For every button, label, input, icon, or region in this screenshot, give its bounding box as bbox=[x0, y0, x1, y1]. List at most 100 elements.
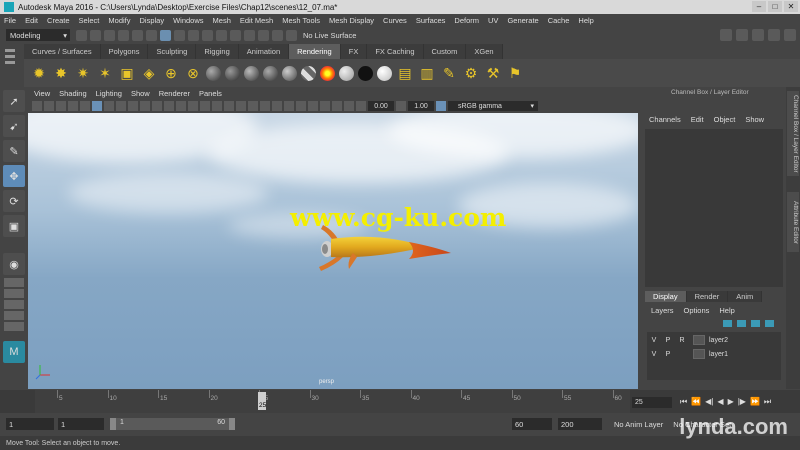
ambient-light-icon[interactable]: ✹ bbox=[30, 64, 48, 82]
step-forward-key-icon[interactable]: ⏩ bbox=[750, 397, 760, 407]
2d-pan-zoom-icon[interactable] bbox=[80, 101, 90, 111]
phong-material-icon[interactable] bbox=[244, 65, 259, 81]
render-current-frame-icon[interactable]: ▤ bbox=[396, 64, 414, 82]
shelf-tab-rigging[interactable]: Rigging bbox=[196, 44, 239, 59]
shelf-tab-custom[interactable]: Custom bbox=[423, 44, 467, 59]
wireframe-icon[interactable] bbox=[188, 101, 198, 111]
spot-light-icon[interactable]: ✶ bbox=[96, 64, 114, 82]
maya-home-icon[interactable]: M bbox=[3, 341, 25, 363]
layer-row[interactable]: V P R layer2 bbox=[647, 334, 781, 346]
create-layer-from-selected-icon[interactable] bbox=[765, 320, 774, 327]
ipr-icon[interactable] bbox=[752, 29, 764, 41]
shelf-tab-rendering[interactable]: Rendering bbox=[289, 44, 341, 59]
channel-box-area[interactable] bbox=[645, 129, 783, 287]
single-perspective-layout-icon[interactable]: ◉ bbox=[3, 253, 25, 275]
layer-playback-toggle[interactable]: P bbox=[661, 337, 675, 344]
live-surface-label[interactable]: No Live Surface bbox=[303, 31, 356, 40]
motion-blur-icon[interactable] bbox=[272, 101, 282, 111]
playback-start-field[interactable]: 1 bbox=[58, 418, 104, 430]
mask-icon-3[interactable] bbox=[216, 29, 227, 41]
layer-color-swatch[interactable] bbox=[693, 349, 705, 359]
anisotropic-material-icon[interactable] bbox=[282, 65, 297, 81]
cb-menu-edit[interactable]: Edit bbox=[691, 115, 704, 129]
perspective-viewport[interactable]: www.cg-ku.com persp bbox=[28, 113, 638, 389]
use-background-icon[interactable] bbox=[358, 65, 373, 81]
point-light-icon[interactable]: ✷ bbox=[74, 64, 92, 82]
camera-attributes-icon[interactable] bbox=[44, 101, 54, 111]
four-view-layout-icon[interactable] bbox=[4, 278, 24, 287]
layer-visibility-toggle[interactable]: V bbox=[647, 351, 661, 358]
wireframe-on-shaded-icon[interactable] bbox=[212, 101, 222, 111]
menu-surfaces[interactable]: Surfaces bbox=[416, 16, 446, 25]
menu-mesh[interactable]: Mesh bbox=[213, 16, 231, 25]
cb-menu-object[interactable]: Object bbox=[714, 115, 736, 129]
resolution-gate-icon[interactable] bbox=[128, 101, 138, 111]
ramp-texture-icon[interactable] bbox=[320, 65, 335, 81]
menu-modify[interactable]: Modify bbox=[108, 16, 130, 25]
range-start-handle[interactable] bbox=[110, 418, 116, 430]
surface-shader-icon[interactable] bbox=[339, 65, 354, 81]
snap-point-icon[interactable] bbox=[258, 29, 269, 41]
lambert-material-icon[interactable] bbox=[225, 65, 240, 81]
panel-menu-show[interactable]: Show bbox=[131, 89, 150, 98]
menu-file[interactable]: File bbox=[4, 16, 16, 25]
xray-joints-icon[interactable] bbox=[332, 101, 342, 111]
select-object-icon[interactable] bbox=[160, 29, 171, 41]
exposure-icon[interactable] bbox=[356, 101, 366, 111]
shelf-tab-fx-caching[interactable]: FX Caching bbox=[367, 44, 424, 59]
volume-light-icon[interactable]: ◈ bbox=[140, 64, 158, 82]
layer-tab-display[interactable]: Display bbox=[645, 291, 687, 302]
time-slider-track[interactable]: 5 10 15 20 25 30 35 40 45 50 55 60 bbox=[35, 390, 630, 413]
film-gate-icon[interactable] bbox=[116, 101, 126, 111]
go-to-start-icon[interactable]: ⏮ bbox=[680, 397, 687, 407]
camera-aim-icon[interactable]: ⊗ bbox=[184, 64, 202, 82]
layer-menu-options[interactable]: Options bbox=[684, 306, 710, 315]
select-component-icon[interactable] bbox=[174, 29, 185, 41]
step-back-frame-icon[interactable]: ◀| bbox=[705, 397, 713, 407]
time-slider[interactable]: 5 10 15 20 25 30 35 40 45 50 55 60 25 25 ⏮ ⏪ ◀| ◀ ▶… bbox=[0, 390, 800, 413]
shelf-tab-curves-surfaces[interactable]: Curves / Surfaces bbox=[24, 44, 101, 59]
side-tab-attribute-editor[interactable]: Attribute Editor bbox=[787, 192, 799, 252]
snap-grid-icon[interactable] bbox=[230, 29, 241, 41]
menu-set-select[interactable]: Modeling ▾ bbox=[6, 29, 70, 41]
playback-end-field[interactable]: 60 bbox=[512, 418, 552, 430]
menu-edit[interactable]: Edit bbox=[25, 16, 38, 25]
layer-menu-help[interactable]: Help bbox=[719, 306, 734, 315]
menu-edit-mesh[interactable]: Edit Mesh bbox=[240, 16, 273, 25]
current-frame-field[interactable]: 25 bbox=[632, 397, 672, 408]
safe-title-icon[interactable] bbox=[176, 101, 186, 111]
layer-tab-anim[interactable]: Anim bbox=[728, 291, 763, 302]
ipr-render-icon[interactable]: ▥ bbox=[418, 64, 436, 82]
menu-help[interactable]: Help bbox=[578, 16, 593, 25]
checker-texture-icon[interactable] bbox=[301, 65, 316, 81]
image-plane-icon[interactable] bbox=[68, 101, 78, 111]
select-tool-icon[interactable]: ➚ bbox=[3, 90, 25, 112]
layer-row[interactable]: V P layer1 bbox=[647, 348, 781, 360]
shelf-tab-polygons[interactable]: Polygons bbox=[100, 44, 149, 59]
blinn-material-icon[interactable] bbox=[206, 65, 221, 81]
mask-icon-2[interactable] bbox=[202, 29, 213, 41]
safe-action-icon[interactable] bbox=[164, 101, 174, 111]
render-view-shelf-icon[interactable]: ⚒ bbox=[484, 64, 502, 82]
layer-reference-toggle[interactable]: R bbox=[675, 337, 689, 344]
mask-icon[interactable] bbox=[188, 29, 199, 41]
rotate-tool-icon[interactable]: ⟳ bbox=[3, 190, 25, 212]
panel-menu-view[interactable]: View bbox=[34, 89, 50, 98]
maximize-button[interactable]: □ bbox=[768, 1, 782, 12]
camera-icon[interactable]: ⊕ bbox=[162, 64, 180, 82]
textured-icon[interactable] bbox=[224, 101, 234, 111]
render-settings-shelf-icon[interactable]: ✎ bbox=[440, 64, 458, 82]
close-button[interactable]: ✕ bbox=[784, 1, 798, 12]
menu-mesh-display[interactable]: Mesh Display bbox=[329, 16, 374, 25]
menu-mesh-tools[interactable]: Mesh Tools bbox=[282, 16, 320, 25]
white-shader-icon[interactable] bbox=[377, 65, 392, 81]
menu-cache[interactable]: Cache bbox=[548, 16, 570, 25]
layer-tab-render[interactable]: Render bbox=[686, 291, 729, 302]
menu-uv[interactable]: UV bbox=[488, 16, 498, 25]
hypershade-icon[interactable] bbox=[784, 29, 796, 41]
undo-icon[interactable] bbox=[118, 29, 129, 41]
select-hierarchy-icon[interactable] bbox=[146, 29, 157, 41]
hypershade-shelf-icon[interactable]: ⚙ bbox=[462, 64, 480, 82]
layer-color-swatch[interactable] bbox=[693, 335, 705, 345]
lasso-tool-icon[interactable]: ➹ bbox=[3, 115, 25, 137]
